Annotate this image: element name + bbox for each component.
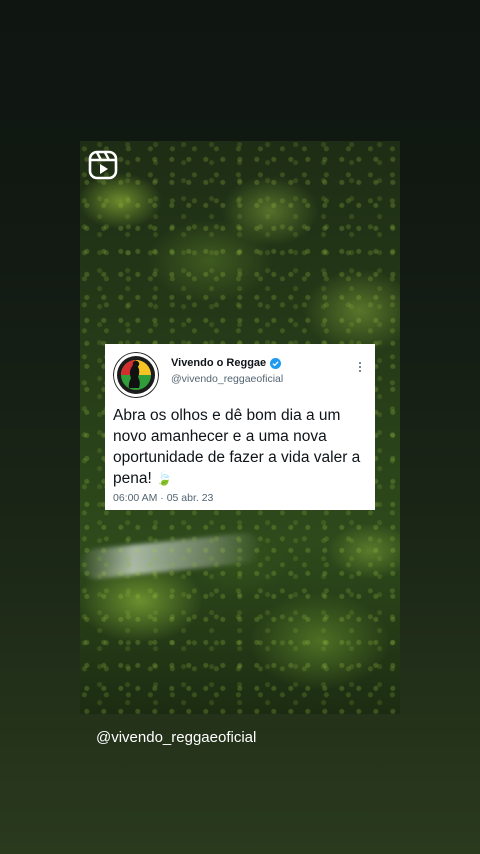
tweet-text: Abra os olhos e dê bom dia a um novo ama… (113, 407, 361, 487)
tweet-author-name[interactable]: Vivendo o Reggae (171, 357, 283, 369)
more-vertical-icon[interactable] (355, 360, 365, 374)
waterfall-stream (80, 531, 262, 581)
reel-caption-handle[interactable]: @vivendo_reggaeoficial (96, 729, 256, 746)
tweet-author-handle[interactable]: @vivendo_reggaeoficial (171, 373, 283, 385)
tweet-header: Vivendo o Reggae @vivendo_reggaeoficial (113, 352, 365, 398)
verified-badge-icon (270, 357, 282, 369)
tweet-timestamp: 06:00 AM · 05 abr. 23 (113, 492, 214, 504)
leaf-emoji: 🍃 (156, 471, 173, 486)
reels-icon[interactable] (88, 150, 118, 180)
vivendo-o-reggae-logo[interactable] (113, 352, 159, 398)
tweet-card[interactable]: Vivendo o Reggae @vivendo_reggaeoficial … (105, 344, 375, 510)
